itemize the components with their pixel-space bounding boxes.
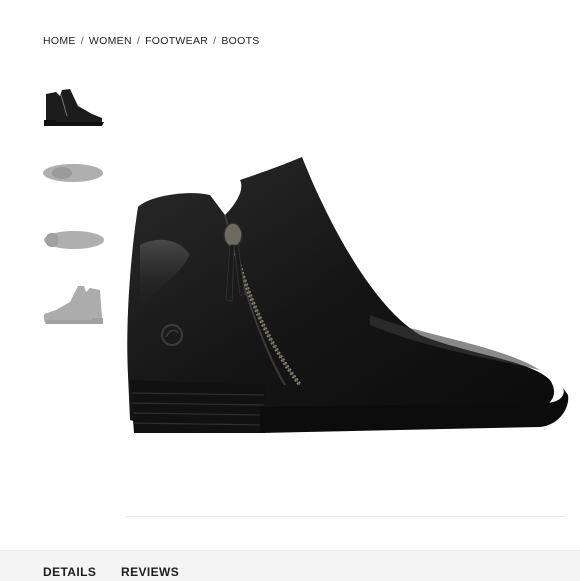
tab-details[interactable]: DETAILS [43, 565, 96, 579]
breadcrumb-boots[interactable]: BOOTS [221, 35, 259, 47]
breadcrumb-footwear[interactable]: FOOTWEAR [145, 35, 208, 47]
breadcrumb-separator: / [213, 35, 217, 47]
breadcrumb-separator: / [136, 35, 141, 47]
breadcrumb-women[interactable]: WOMEN [89, 35, 132, 47]
content-divider [126, 516, 566, 517]
product-tabs: DETAILS REVIEWS [0, 550, 580, 581]
thumbnail-sole-view[interactable] [40, 218, 106, 262]
breadcrumb: HOME / WOMEN / FOOTWEAR / BOOTS [43, 35, 260, 47]
main-product-image[interactable] [120, 145, 570, 445]
thumbnail-back-view[interactable] [40, 284, 106, 328]
thumbnail-top-view[interactable] [40, 152, 106, 196]
breadcrumb-home[interactable]: HOME [43, 35, 76, 47]
tab-reviews[interactable]: REVIEWS [121, 565, 179, 579]
thumbnail-side-view[interactable] [40, 86, 106, 130]
breadcrumb-separator: / [80, 35, 84, 47]
